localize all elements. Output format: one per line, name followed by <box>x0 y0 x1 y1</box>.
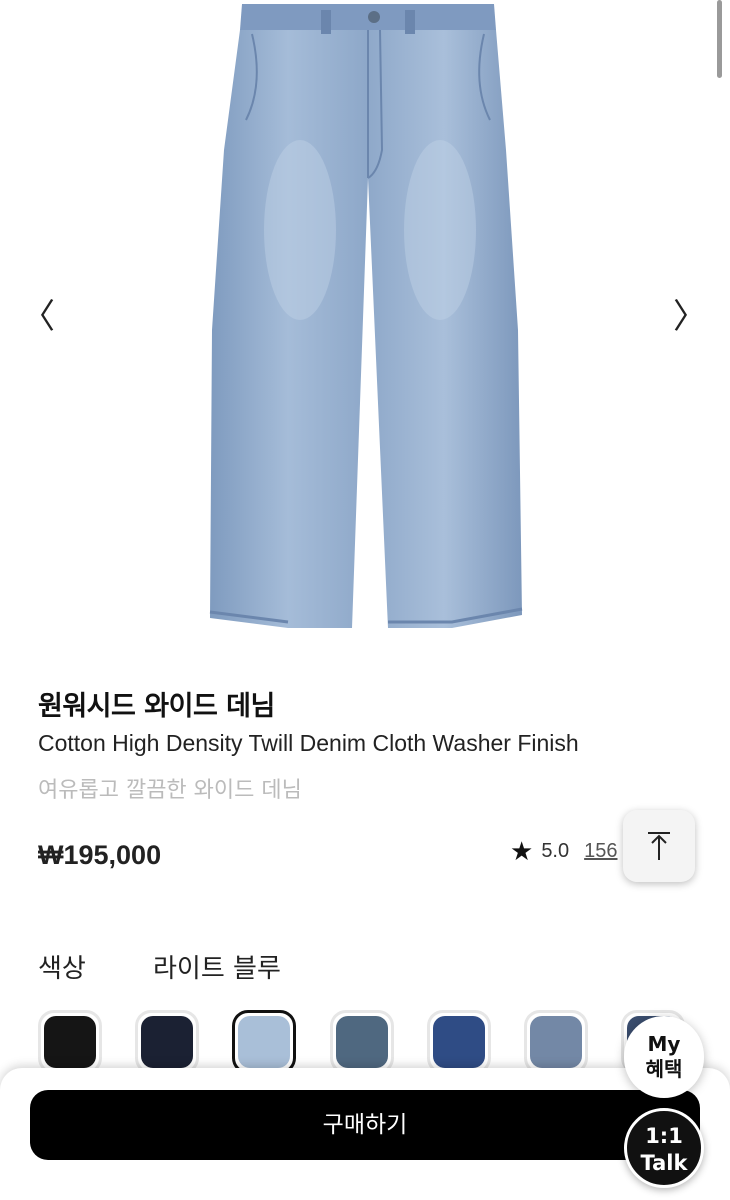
color-swatch-fill <box>433 1016 485 1068</box>
talk-label-line1: 1:1 <box>645 1124 683 1148</box>
my-benefits-label-line2: 혜택 <box>645 1057 683 1081</box>
color-swatch-fill <box>238 1016 290 1068</box>
product-description: 여유롭고 깔끔한 와이드 데님 <box>38 778 302 803</box>
rating: ★ 5.0 156 <box>510 836 618 867</box>
next-image-icon[interactable]: 〉 <box>670 295 710 339</box>
color-swatch-fill <box>336 1016 388 1068</box>
product-image-gallery[interactable]: 〈 〉 <box>0 0 730 650</box>
product-image <box>209 4 523 628</box>
color-swatch[interactable] <box>135 1010 199 1074</box>
color-label: 색상 <box>38 954 86 984</box>
color-swatch[interactable] <box>524 1010 588 1074</box>
color-swatch[interactable] <box>427 1010 491 1074</box>
scrollbar[interactable] <box>717 0 722 78</box>
buy-button[interactable]: 구매하기 <box>30 1090 700 1160</box>
scroll-to-top-button[interactable] <box>623 810 695 882</box>
talk-label-line2: Talk <box>640 1151 688 1175</box>
color-swatch-fill <box>141 1016 193 1068</box>
review-count-link[interactable]: 156 <box>584 840 617 863</box>
chat-talk-button[interactable]: 1:1 Talk <box>624 1108 704 1188</box>
my-benefits-button[interactable]: My 혜택 <box>624 1016 704 1098</box>
previous-image-icon[interactable]: 〈 <box>18 295 58 339</box>
my-benefits-label-line1: My <box>647 1032 681 1056</box>
color-swatch[interactable] <box>38 1010 102 1074</box>
star-icon: ★ <box>510 836 534 866</box>
product-name: 원워시드 와이드 데님 <box>38 691 275 722</box>
selected-color-name: 라이트 블루 <box>153 954 281 984</box>
product-price: ₩195,000 <box>38 840 162 870</box>
color-swatch-fill <box>530 1016 582 1068</box>
rating-value: 5.0 <box>541 840 570 862</box>
product-english-name: Cotton High Density Twill Denim Cloth Wa… <box>38 730 579 756</box>
arrow-up-icon <box>648 832 670 860</box>
color-swatch[interactable] <box>330 1010 394 1074</box>
color-swatch-fill <box>44 1016 96 1068</box>
color-swatch[interactable] <box>232 1010 296 1074</box>
